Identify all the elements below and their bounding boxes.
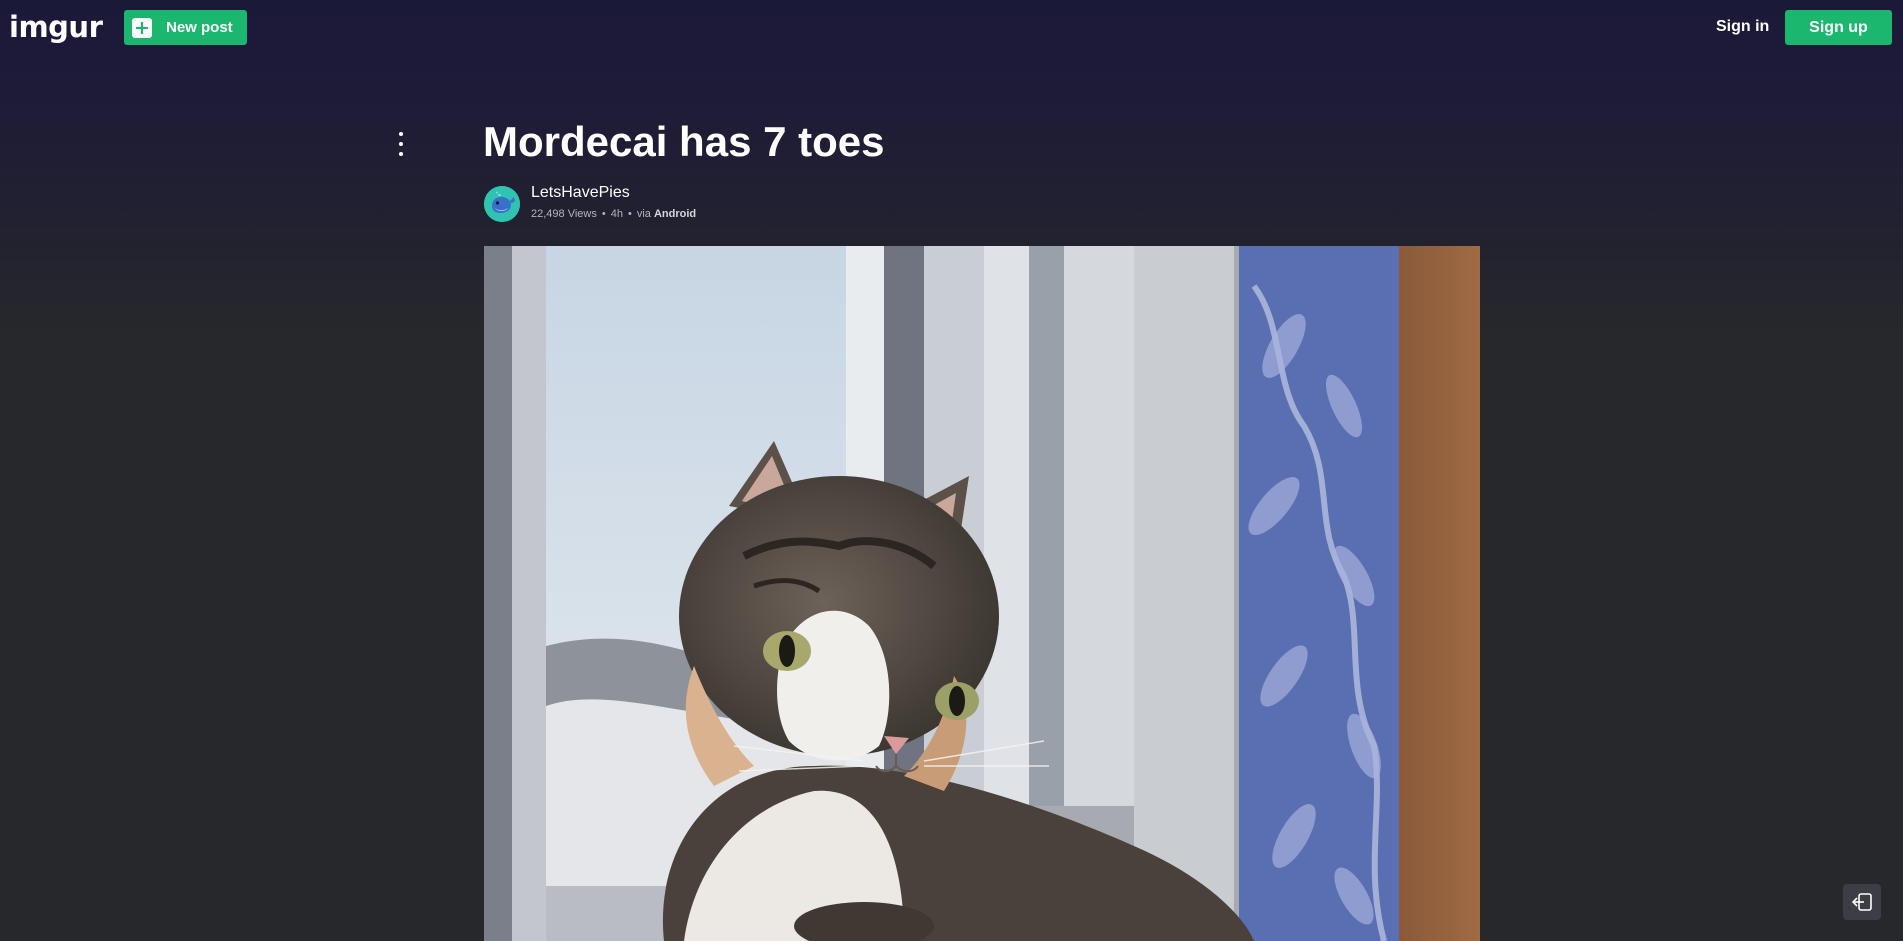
post-age: 4h bbox=[610, 208, 623, 220]
sign-up-button[interactable]: Sign up bbox=[1785, 10, 1892, 45]
new-post-button[interactable]: New post bbox=[124, 10, 247, 45]
via-platform: Android bbox=[653, 208, 697, 220]
whale-avatar-icon[interactable] bbox=[484, 186, 520, 222]
imgur-logo[interactable]: imgur bbox=[9, 7, 103, 47]
more-options-icon[interactable] bbox=[399, 132, 403, 156]
top-bar: imgur New post Sign in Sign up bbox=[0, 0, 1903, 56]
plus-square-icon bbox=[132, 17, 152, 38]
post-image[interactable] bbox=[484, 246, 1480, 941]
new-post-label: New post bbox=[166, 19, 233, 36]
post-title: Mordecai has 7 toes bbox=[483, 118, 885, 165]
author-name[interactable]: LetsHavePies bbox=[531, 184, 630, 202]
via-prefix: via bbox=[636, 208, 651, 220]
post-meta: 22,498 Views • 4h • via Android bbox=[531, 208, 697, 220]
logo-text: imgur bbox=[9, 10, 103, 44]
sign-in-link[interactable]: Sign in bbox=[1716, 18, 1769, 36]
exit-arrow-icon[interactable] bbox=[1843, 884, 1881, 920]
view-count: 22,498 Views bbox=[531, 208, 597, 220]
